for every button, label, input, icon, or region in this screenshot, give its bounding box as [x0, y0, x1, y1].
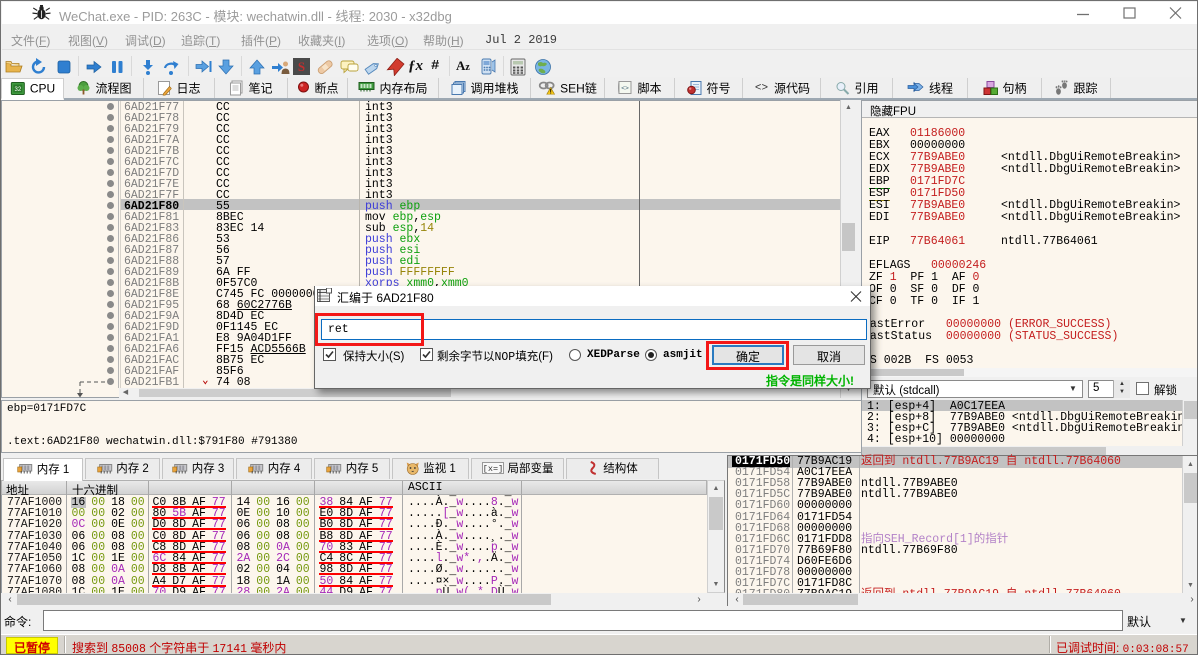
svg-text:S: S: [298, 59, 305, 74]
svg-text:32: 32: [14, 87, 21, 93]
svg-text:[x=]: [x=]: [482, 464, 502, 474]
svg-text:!: !: [549, 89, 551, 95]
svg-text:<>: <>: [621, 85, 629, 92]
svg-text:<>: <>: [754, 83, 767, 93]
